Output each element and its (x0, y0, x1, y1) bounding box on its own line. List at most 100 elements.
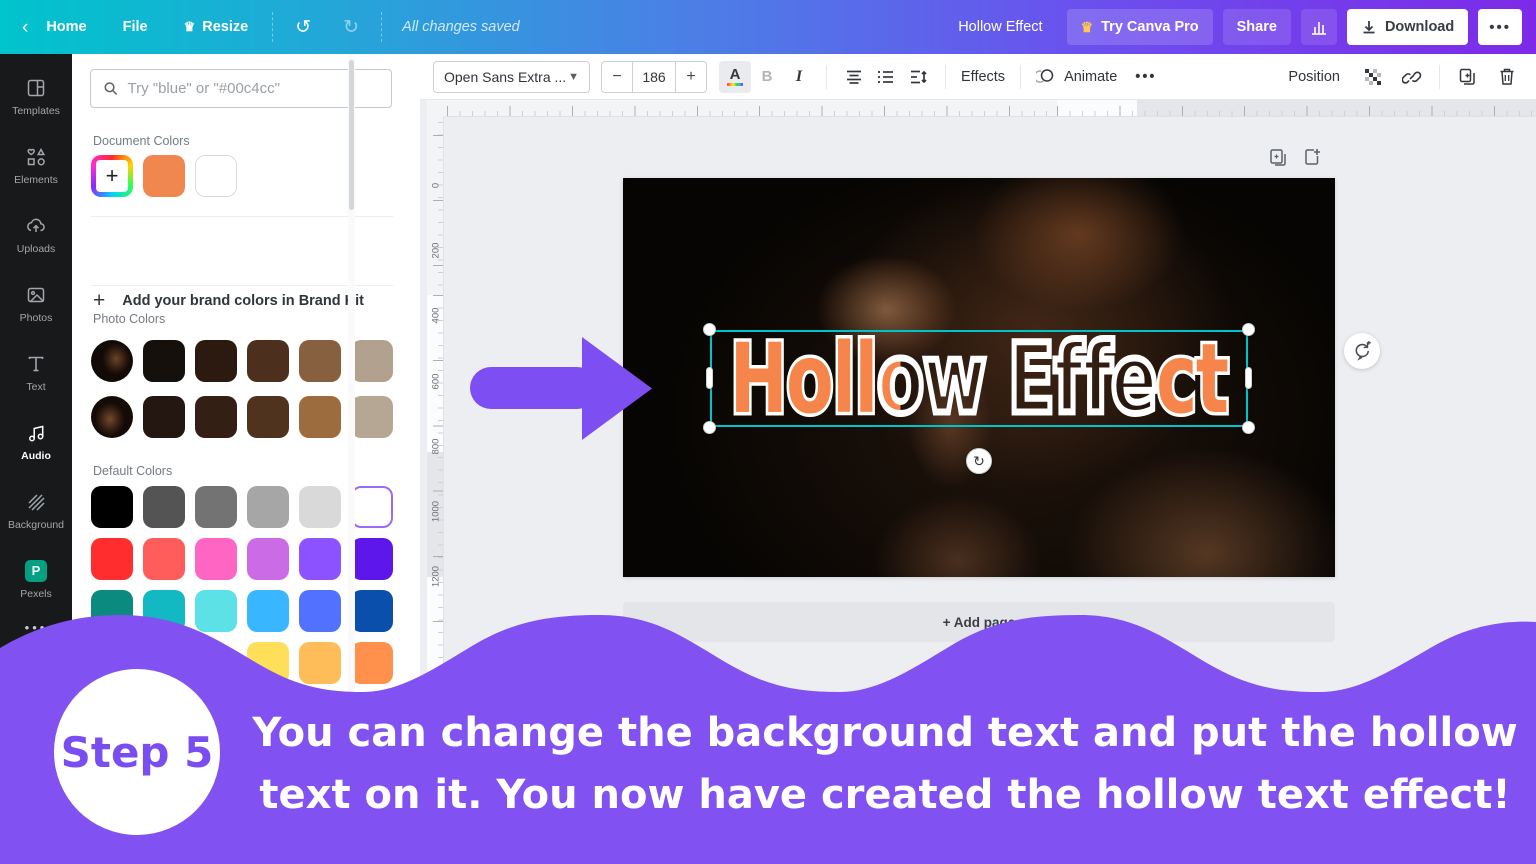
font-size-increase-button[interactable]: + (676, 62, 706, 92)
default-color-swatch[interactable] (299, 590, 341, 632)
selection-handle-nw[interactable] (703, 323, 716, 336)
default-color-swatch[interactable] (351, 590, 393, 632)
default-color-swatch[interactable] (247, 642, 289, 684)
selection-handle-se[interactable] (1242, 421, 1255, 434)
default-color-swatch[interactable] (195, 590, 237, 632)
file-menu[interactable]: File (105, 0, 166, 54)
default-color-swatch[interactable] (299, 486, 341, 528)
add-color-swatch[interactable]: + (91, 155, 133, 197)
toolbar-more-button[interactable]: ••• (1135, 69, 1156, 85)
rotate-handle[interactable]: ↻ (966, 448, 992, 474)
photo-color-swatch[interactable] (195, 340, 237, 382)
duplicate-button[interactable] (1451, 61, 1483, 93)
bold-button[interactable]: B (751, 61, 783, 93)
download-button[interactable]: Download (1347, 9, 1468, 45)
search-input[interactable] (127, 80, 379, 97)
sidebar-item-templates[interactable]: Templates (0, 62, 72, 131)
default-color-swatch[interactable] (351, 642, 393, 684)
photo-color-swatch[interactable] (299, 396, 341, 438)
photo-thumbnail[interactable] (91, 396, 133, 438)
default-color-swatch[interactable] (143, 486, 185, 528)
templates-icon (25, 77, 47, 99)
sidebar-item-pexels[interactable]: P Pexels (0, 545, 72, 614)
selection-handle-sw[interactable] (703, 421, 716, 434)
default-color-swatch[interactable] (247, 486, 289, 528)
italic-button[interactable]: I (783, 61, 815, 93)
add-brand-colors-button[interactable]: + Add your brand colors in Brand Kit (93, 290, 364, 311)
photo-color-swatch[interactable] (247, 340, 289, 382)
default-color-swatch[interactable] (143, 590, 185, 632)
share-button[interactable]: Share (1223, 9, 1291, 45)
default-color-swatch[interactable] (247, 538, 289, 580)
resize-button[interactable]: ♛ Resize (166, 0, 267, 54)
default-color-swatch[interactable] (247, 590, 289, 632)
selection-handle-ne[interactable] (1242, 323, 1255, 336)
more-options-button[interactable]: ••• (1478, 9, 1522, 45)
canvas-letter: w (923, 323, 985, 435)
photo-color-swatch[interactable] (143, 340, 185, 382)
default-color-swatch[interactable] (299, 538, 341, 580)
sidebar-item-audio[interactable]: Audio (0, 407, 72, 476)
list-icon (877, 69, 895, 85)
default-color-swatch[interactable] (351, 538, 393, 580)
photo-color-swatch[interactable] (143, 396, 185, 438)
photo-color-swatch[interactable] (351, 396, 393, 438)
photo-color-swatch[interactable] (351, 340, 393, 382)
delete-button[interactable] (1491, 61, 1523, 93)
font-family-dropdown[interactable]: Open Sans Extra ... ▼ (433, 61, 590, 93)
photo-thumbnail[interactable] (91, 340, 133, 382)
default-color-swatch[interactable] (91, 486, 133, 528)
ruler-number: 800 (431, 432, 442, 462)
default-color-swatch[interactable] (91, 590, 133, 632)
horizontal-ruler (427, 100, 1536, 117)
bar-chart-icon (1310, 18, 1328, 36)
color-search[interactable] (90, 69, 392, 108)
photo-color-swatch[interactable] (195, 396, 237, 438)
default-color-swatch-selected[interactable] (351, 486, 393, 528)
add-page-icon[interactable] (1302, 147, 1322, 167)
effects-button[interactable]: Effects (957, 69, 1009, 85)
photo-colors-label: Photo Colors (93, 312, 165, 326)
font-size-value[interactable]: 186 (632, 62, 676, 92)
default-color-swatch[interactable] (143, 538, 185, 580)
home-button[interactable]: Home (28, 0, 104, 54)
text-align-button[interactable] (838, 61, 870, 93)
document-title[interactable]: Hollow Effect (958, 19, 1042, 35)
photo-color-swatch[interactable] (247, 396, 289, 438)
text-color-button[interactable]: A (719, 61, 751, 93)
list-button[interactable] (870, 61, 902, 93)
default-color-swatch[interactable] (299, 642, 341, 684)
duplicate-page-icon[interactable] (1268, 147, 1288, 167)
ruler-number: 600 (431, 367, 442, 397)
font-size-decrease-button[interactable]: − (602, 62, 632, 92)
rainbow-bar (727, 83, 743, 87)
analytics-button[interactable] (1301, 9, 1337, 45)
canvas-letter: f (1054, 323, 1083, 435)
ruler-corner (427, 100, 444, 117)
document-color-swatch[interactable] (143, 155, 185, 197)
redo-icon[interactable]: ↻ (327, 18, 375, 37)
try-canva-pro-button[interactable]: ♛ Try Canva Pro (1067, 9, 1213, 45)
default-color-swatch[interactable] (195, 538, 237, 580)
sidebar-item-text[interactable]: Text (0, 338, 72, 407)
selection-handle-left[interactable] (706, 367, 713, 389)
transparency-button[interactable] (1356, 61, 1388, 93)
text-element[interactable]: Hollow Effect (710, 330, 1248, 427)
spacing-button[interactable] (902, 61, 934, 93)
undo-icon[interactable]: ↺ (279, 18, 327, 37)
document-color-swatch[interactable] (195, 155, 237, 197)
link-button[interactable] (1396, 61, 1428, 93)
animate-button[interactable]: Animate (1032, 67, 1121, 87)
selection-handle-right[interactable] (1245, 367, 1252, 389)
comment-button[interactable] (1344, 333, 1380, 369)
default-color-swatch[interactable] (91, 538, 133, 580)
sidebar-item-background[interactable]: Background (0, 476, 72, 545)
position-button[interactable]: Position (1284, 69, 1344, 85)
default-color-swatch[interactable] (195, 486, 237, 528)
sidebar-more-icon[interactable]: ••• (25, 620, 48, 635)
sidebar-item-photos[interactable]: Photos (0, 269, 72, 338)
sidebar-item-elements[interactable]: Elements (0, 131, 72, 200)
sidebar-item-uploads[interactable]: Uploads (0, 200, 72, 269)
add-page-button[interactable]: + Add page (623, 602, 1335, 642)
photo-color-swatch[interactable] (299, 340, 341, 382)
